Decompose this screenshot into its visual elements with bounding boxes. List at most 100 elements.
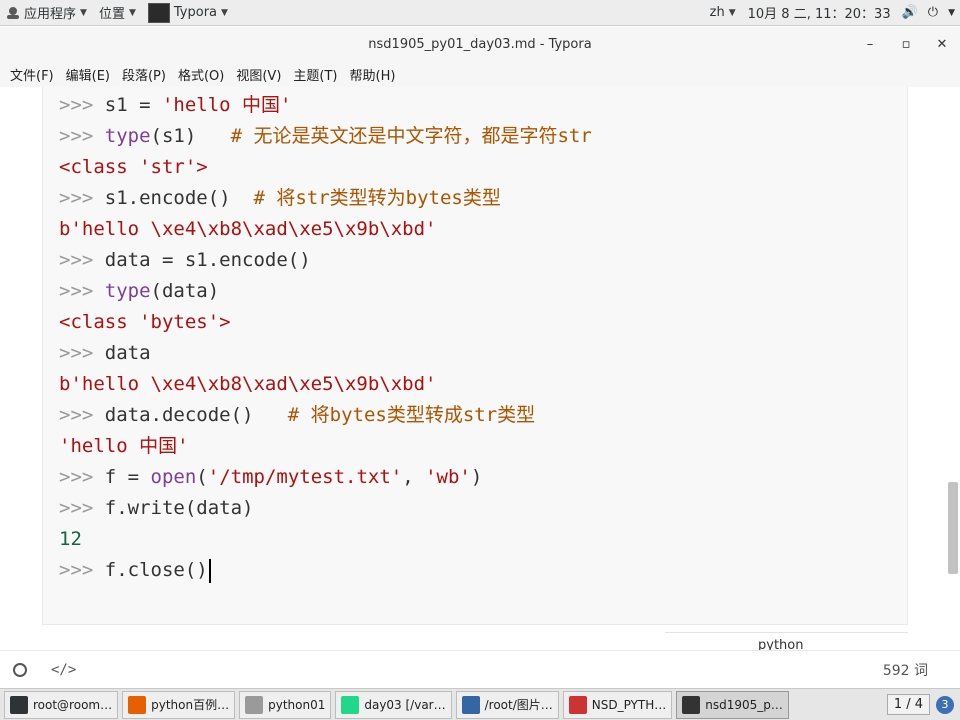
code-line[interactable]: >>> f.close()	[59, 555, 592, 586]
code-line[interactable]: 'hello 中国'	[59, 431, 592, 462]
outline-toggle-icon[interactable]	[13, 662, 27, 677]
code-token: type	[104, 125, 151, 147]
chevron-down-icon: ▼	[728, 7, 736, 18]
code-line[interactable]: >>> s1.encode() # 将str类型转为bytes类型	[59, 183, 592, 214]
menu-theme[interactable]: 主题(T)	[287, 65, 343, 84]
top-panel: 应用程序 ▼ 位置 ▼ Typora ▼ zh ▼ 10月 8 二, 11：20…	[0, 0, 960, 26]
places-menu[interactable]: 位置 ▼	[93, 0, 142, 26]
repl-prompt: >>>	[59, 497, 105, 519]
code-token: <class 'bytes'>	[59, 311, 231, 333]
firefox-icon	[128, 695, 147, 714]
window-title: nsd1905_py01_day03.md - Typora	[368, 36, 592, 52]
taskbar-button-label: nsd1905_p…	[705, 697, 783, 712]
taskbar-button[interactable]: nsd1905_p…	[676, 690, 789, 719]
code-line[interactable]: 12	[59, 524, 592, 555]
power-icon[interactable]: ⏻	[923, 5, 943, 20]
notification-badge[interactable]: 3	[936, 695, 954, 714]
menu-paragraph[interactable]: 段落(P)	[116, 65, 172, 84]
chevron-down-icon[interactable]: ▼	[943, 8, 960, 18]
document-icon	[568, 695, 587, 714]
code-line[interactable]: >>> data.decode() # 将bytes类型转成str类型	[59, 400, 592, 431]
typora-icon	[147, 2, 170, 23]
menu-help[interactable]: 帮助(H)	[344, 65, 402, 84]
volume-icon[interactable]: 🔊	[897, 5, 923, 20]
code-token: '/tmp/mytest.txt'	[207, 466, 403, 488]
code-line[interactable]: <class 'str'>	[59, 152, 592, 183]
window-titlebar: nsd1905_py01_day03.md - Typora – ▫ ✕	[0, 27, 960, 61]
code-token: (s1)	[150, 125, 231, 147]
code-token: 'wb'	[425, 466, 471, 488]
code-token: (data)	[150, 280, 220, 302]
applications-menu[interactable]: 应用程序 ▼	[0, 0, 93, 26]
code-block[interactable]: >>> s1 = 'hello 中国' >>> type(s1) # 无论是英文还…	[42, 87, 908, 625]
chevron-down-icon: ▼	[80, 7, 87, 18]
code-line[interactable]: <class 'bytes'>	[59, 307, 592, 338]
code-line[interactable]: >>> data	[59, 338, 592, 369]
code-token: data.decode()	[104, 404, 288, 426]
code-token: # 无论是英文还是中文字符，都是字符str	[230, 125, 592, 147]
code-line[interactable]: >>> f.write(data)	[59, 493, 592, 524]
code-line[interactable]: >>> f = open('/tmp/mytest.txt', 'wb')	[59, 462, 592, 493]
source-mode-toggle[interactable]: </>	[51, 662, 76, 678]
code-line[interactable]: b'hello \xe4\xb8\xad\xe5\x9b\xbd'	[59, 214, 592, 245]
code-token: type	[104, 280, 151, 302]
chevron-down-icon: ▼	[221, 7, 228, 18]
maximize-icon[interactable]: ▫	[888, 37, 924, 52]
input-method-indicator[interactable]: zh ▼	[704, 0, 742, 26]
code-token: 'hello 中国'	[59, 435, 189, 457]
repl-prompt: >>>	[59, 249, 105, 271]
taskbar-button[interactable]: /root/图片…	[455, 690, 559, 719]
code-line[interactable]: b'hello \xe4\xb8\xad\xe5\x9b\xbd'	[59, 369, 592, 400]
code-token: 'hello 中国'	[161, 94, 292, 116]
taskbar-button[interactable]: root@room…	[4, 690, 119, 719]
code-token: s1 =	[104, 94, 162, 116]
code-token: ,	[402, 466, 426, 488]
taskbar-button-label: day03 [/var…	[364, 697, 446, 712]
repl-prompt: >>>	[59, 559, 105, 581]
code-token: # 将bytes类型转成str类型	[287, 404, 536, 426]
code-token: open	[150, 466, 197, 488]
text-cursor	[208, 558, 211, 583]
code-line[interactable]: >>> type(data)	[59, 276, 592, 307]
applications-icon	[6, 6, 20, 20]
taskbar-button-label: root@room…	[33, 697, 113, 712]
word-count[interactable]: 592 词	[883, 660, 928, 680]
taskbar-button-label: python01	[268, 697, 326, 712]
code-language-box[interactable]: python	[665, 632, 908, 650]
menu-file[interactable]: 文件(F)	[4, 65, 60, 84]
taskbar-button[interactable]: day03 [/var…	[335, 690, 452, 719]
code-content[interactable]: >>> s1 = 'hello 中国' >>> type(s1) # 无论是英文还…	[59, 90, 592, 586]
status-footer: </> 592 词	[0, 650, 960, 688]
code-token: f.write(data)	[104, 497, 254, 519]
applications-label: 应用程序	[24, 7, 77, 22]
document-icon	[245, 695, 264, 714]
clock-label: 10月 8 二, 11：20：33	[747, 7, 891, 22]
repl-prompt: >>>	[59, 187, 105, 209]
menu-format[interactable]: 格式(O)	[172, 65, 230, 84]
code-line[interactable]: >>> type(s1) # 无论是英文还是中文字符，都是字符str	[59, 121, 592, 152]
taskbar-button[interactable]: NSD_PYTH…	[562, 690, 673, 719]
code-token: data	[104, 342, 151, 364]
repl-prompt: >>>	[59, 94, 105, 116]
close-icon[interactable]: ✕	[924, 37, 960, 52]
menu-view[interactable]: 视图(V)	[230, 65, 287, 84]
clock[interactable]: 10月 8 二, 11：20：33	[742, 0, 897, 26]
pycharm-icon	[341, 695, 360, 714]
active-app-menu[interactable]: Typora ▼	[142, 0, 234, 26]
editor-area[interactable]: >>> s1 = 'hello 中国' >>> type(s1) # 无论是英文还…	[0, 87, 960, 650]
code-token: <class 'str'>	[59, 156, 208, 178]
taskbar-button[interactable]: python01	[239, 690, 332, 719]
menu-edit[interactable]: 编辑(E)	[60, 65, 116, 84]
repl-prompt: >>>	[59, 466, 105, 488]
code-token: s1.encode()	[104, 187, 254, 209]
workspace-pager[interactable]: 1 / 4 3	[886, 694, 954, 715]
code-line[interactable]: >>> data = s1.encode()	[59, 245, 592, 276]
minimize-icon[interactable]: –	[852, 37, 888, 52]
scrollbar-thumb[interactable]	[948, 482, 958, 574]
repl-prompt: >>>	[59, 404, 105, 426]
taskbar-button[interactable]: python百例…	[122, 690, 236, 719]
workspace-pager-label[interactable]: 1 / 4	[886, 694, 930, 715]
code-token: f.close()	[104, 559, 208, 581]
menubar: 文件(F) 编辑(E) 段落(P) 格式(O) 视图(V) 主题(T) 帮助(H…	[0, 61, 960, 87]
code-line[interactable]: >>> s1 = 'hello 中国'	[59, 90, 592, 121]
